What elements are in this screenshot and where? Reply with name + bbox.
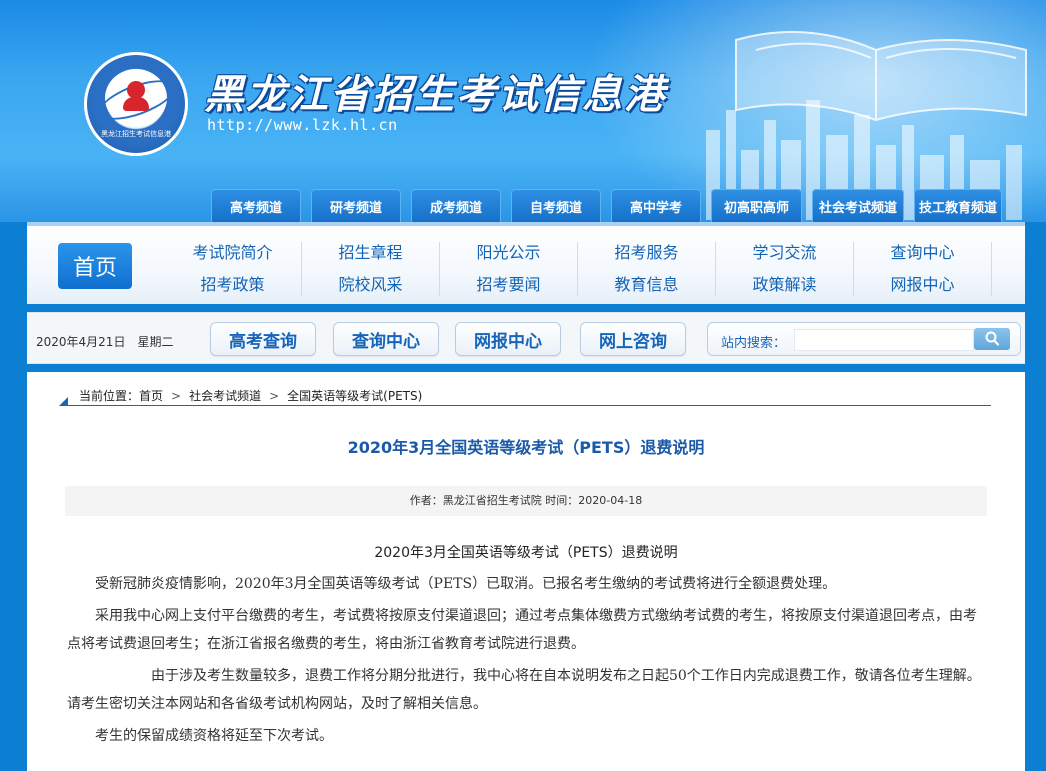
tab-gaozhong-xuekao[interactable]: 高中学考: [611, 189, 701, 222]
nav-link-jiaoyu-xinxi[interactable]: 教育信息: [614, 274, 678, 296]
tab-yankao[interactable]: 研考频道: [311, 189, 401, 222]
article-paragraph: 采用我中心网上支付平台缴费的考生，考试费将按原支付渠道退回；通过考点集体缴费方式…: [67, 608, 977, 652]
nav-link-zhaosheng-zhangcheng[interactable]: 招生章程: [338, 242, 402, 264]
article-meta: 作者：黑龙江省招生考试院 时间：2020-04-18: [65, 486, 987, 516]
article-paragraph: 考生的保留成绩资格将延至下次考试。: [95, 728, 333, 744]
site-header: 黑龙江招生考试信息港 黑龙江省招生考试信息港 http://www.lzk.hl…: [0, 0, 1046, 222]
nav-group-3: 阳光公示 招考要闻: [440, 242, 578, 296]
quick-toolbar: 2020年4月21日 星期二 高考查询 查询中心 网报中心 网上咨询 站内搜索：: [27, 312, 1025, 364]
breadcrumb-text: 当前位置：首页 > 社会考试频道 > 全国英语等级考试(PETS): [79, 387, 422, 404]
nav-link-zhaokao-fuwu[interactable]: 招考服务: [614, 242, 678, 264]
breadcrumb-triangle-icon: [59, 397, 68, 406]
search-label: 站内搜索：: [721, 336, 787, 351]
site-url: http://www.lzk.hl.cn: [207, 116, 398, 134]
nav-link-chaxun-zhongxin[interactable]: 查询中心: [890, 242, 954, 264]
article-paragraph: 由于涉及考生数量较多，退费工作将分期分批进行，我中心将在自本说明发布之日起50个…: [67, 668, 981, 712]
article-title: 2020年3月全国英语等级考试（PETS）退费说明: [347, 438, 705, 457]
nav-link-zhaokao-zhengce[interactable]: 招考政策: [200, 274, 264, 296]
tab-zikao[interactable]: 自考频道: [511, 189, 601, 222]
tab-chugaozhi[interactable]: 初高职高师: [711, 189, 802, 222]
nav-link-yuanxiao-fengcai[interactable]: 院校风采: [338, 274, 402, 296]
main-nav: 首页 考试院简介 招考政策 招生章程 院校风采 阳光公示 招考要闻 招考服务 教…: [27, 222, 1025, 304]
gaokao-query-button[interactable]: 高考查询: [210, 322, 316, 356]
breadcrumb-pets[interactable]: 全国英语等级考试(PETS): [287, 389, 422, 403]
nav-group-4: 招考服务 教育信息: [578, 242, 716, 296]
nav-group-1: 考试院简介 招考政策: [164, 242, 302, 296]
breadcrumb-home[interactable]: 首页: [139, 389, 163, 403]
nav-link-yangguang-gongshi[interactable]: 阳光公示: [476, 242, 540, 264]
tab-chengkao[interactable]: 成考频道: [411, 189, 501, 222]
query-center-button[interactable]: 查询中心: [333, 322, 439, 356]
nav-link-wangbao-zhongxin[interactable]: 网报中心: [890, 274, 954, 296]
search-input[interactable]: [794, 329, 974, 351]
nav-link-zhaokao-yaowen[interactable]: 招考要闻: [476, 274, 540, 296]
logo-text: 黑龙江招生考试信息港: [101, 130, 171, 138]
article-body: 2020年3月全国英语等级考试（PETS）退费说明 受新冠肺炎疫情影响，2020…: [67, 538, 985, 754]
online-consult-button[interactable]: 网上咨询: [580, 322, 686, 356]
site-title: 黑龙江省招生考试信息港: [204, 71, 666, 118]
nav-link-xuexi-jiaoliu[interactable]: 学习交流: [752, 242, 816, 264]
breadcrumb-separator: >: [269, 389, 280, 403]
breadcrumb-social-exam-channel[interactable]: 社会考试频道: [189, 389, 261, 403]
nav-group-5: 学习交流 政策解读: [716, 242, 854, 296]
nav-link-zhengce-jiedu[interactable]: 政策解读: [752, 274, 816, 296]
tab-shehui-kaoshi[interactable]: 社会考试频道: [812, 189, 904, 222]
nav-group-6: 查询中心 网报中心: [854, 242, 992, 296]
site-logo[interactable]: 黑龙江招生考试信息港: [84, 52, 188, 156]
nav-group-2: 招生章程 院校风采: [302, 242, 440, 296]
article-container: 当前位置：首页 > 社会考试频道 > 全国英语等级考试(PETS) 2020年3月全国英…: [27, 372, 1025, 771]
breadcrumb-separator: >: [171, 389, 182, 403]
breadcrumb-prefix: 当前位置：: [79, 389, 140, 403]
tab-jigong-jiaoyu[interactable]: 技工教育频道: [914, 189, 1002, 222]
article-paragraph: 受新冠肺炎疫情影响，2020年3月全国英语等级考试（PETS）已取消。已报名考生…: [95, 576, 837, 592]
current-date: 2020年4月21日 星期二: [36, 335, 174, 349]
logo-person-body: [123, 97, 149, 111]
tab-gaokao[interactable]: 高考频道: [211, 189, 301, 222]
home-button[interactable]: 首页: [58, 243, 132, 289]
channel-tabs: 高考频道 研考频道 成考频道 自考频道 高中学考 初高职高师 社会考试频道 技工…: [211, 189, 1002, 222]
breadcrumb: 当前位置：首页 > 社会考试频道 > 全国英语等级考试(PETS): [59, 386, 991, 406]
nav-link-kaoshiyuan-jianjie[interactable]: 考试院简介: [192, 242, 272, 264]
search-icon: [985, 331, 999, 346]
search-button[interactable]: [974, 328, 1010, 350]
site-search: 站内搜索：: [707, 322, 1021, 356]
online-registration-button[interactable]: 网报中心: [455, 322, 561, 356]
article-subtitle: 2020年3月全国英语等级考试（PETS）退费说明: [374, 545, 678, 561]
